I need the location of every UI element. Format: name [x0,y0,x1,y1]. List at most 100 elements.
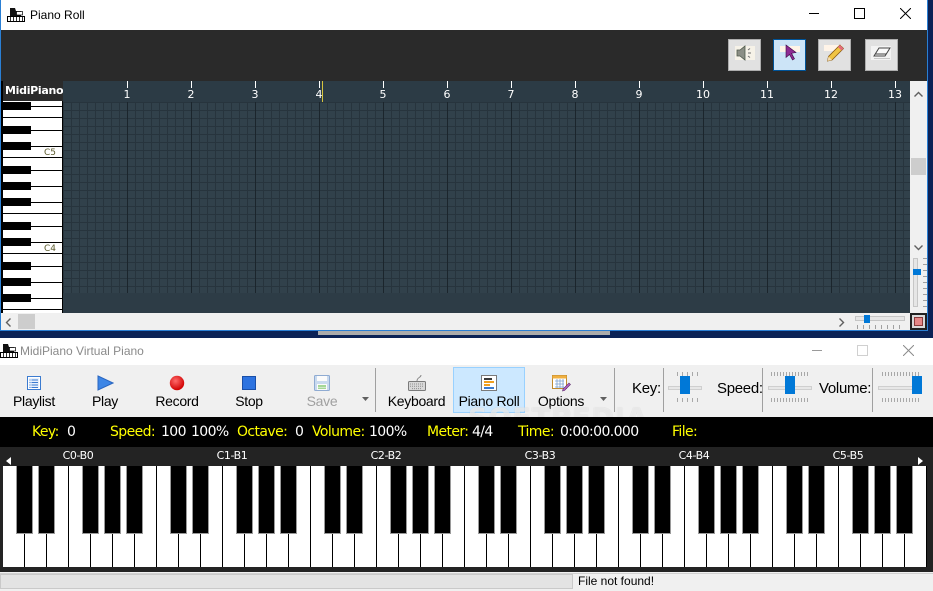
piano-roll-view-button[interactable]: Piano Roll [453,367,525,413]
piano-roll-key-G4[interactable] [3,190,62,198]
piano-key-Csharp1[interactable] [170,466,187,534]
piano-key-Gsharp0[interactable] [104,466,121,534]
timeline-ruler[interactable]: 1 2 3 4 5 6 7 8 9 10 11 12 13 [63,81,910,102]
maximize-icon [856,343,868,361]
piano-key-Csharp4[interactable] [632,466,649,534]
piano-roll-key-Gsharp4[interactable] [3,182,31,190]
piano-roll-key-E5[interactable] [3,118,62,126]
piano-roll-key-Fsharp5[interactable] [3,102,31,110]
piano-key-Csharp2[interactable] [324,466,341,534]
vertical-scroll-thumb[interactable] [911,158,926,176]
playhead[interactable] [322,81,324,102]
piano-roll-key-Csharp4[interactable] [3,238,31,246]
piano-key-Dsharp2[interactable] [346,466,363,534]
horizontal-scroll-thumb[interactable] [18,314,35,329]
piano-key-Gsharp1[interactable] [258,466,275,534]
chevron-down-icon[interactable] [914,241,923,254]
draw-tool-button[interactable] [818,39,851,71]
piano-roll-key-A3[interactable] [3,270,62,278]
piano-key-Fsharp3[interactable] [544,466,561,534]
chevron-right-icon[interactable] [839,317,845,330]
piano-key-Asharp3[interactable] [588,466,605,534]
piano-roll-key-Dsharp5[interactable] [3,126,31,134]
play-button[interactable]: Play [82,367,128,413]
piano-roll-key-A4[interactable] [3,174,62,182]
piano-key-Asharp4[interactable] [742,466,759,534]
piano-key-Dsharp1[interactable] [192,466,209,534]
piano-roll-key-B3[interactable] [3,254,62,262]
piano-roll-key-Dsharp4[interactable] [3,222,31,230]
vertical-zoom-slider[interactable] [913,258,918,307]
piano-key-Asharp2[interactable] [434,466,451,534]
key-slider-thumb[interactable] [680,376,690,394]
piano-key-Csharp5[interactable] [786,466,803,534]
piano-key-Asharp5[interactable] [896,466,913,534]
piano-key-Dsharp0[interactable] [38,466,55,534]
octave-marker-label: C4 [43,244,56,254]
ruler-measure-label: 9 [635,88,643,101]
select-tool-button[interactable] [773,39,806,71]
piano-roll-key-Gsharp3[interactable] [3,278,31,286]
note-grid-lower-area[interactable] [63,293,910,313]
horizontal-scrollbar[interactable] [1,313,910,330]
erase-tool-button[interactable] [865,39,898,71]
vertical-zoom-slider-thumb[interactable] [913,268,921,275]
piano-key-Fsharp0[interactable] [82,466,99,534]
piano-roll-key-Fsharp3[interactable] [3,294,31,302]
piano-key-Fsharp2[interactable] [390,466,407,534]
piano-roll-key-Fsharp4[interactable] [3,198,31,206]
save-button[interactable]: Save [298,367,346,413]
chevron-up-icon[interactable] [914,87,923,100]
piano-key-Csharp3[interactable] [478,466,495,534]
piano-key-Fsharp4[interactable] [698,466,715,534]
note-grid[interactable] [63,102,910,293]
minimize-button[interactable] [791,0,837,30]
piano-roll-key-D5[interactable] [3,134,62,142]
piano-roll-key-Asharp4[interactable] [3,166,31,174]
options-button[interactable]: Options [527,367,595,413]
background-strip [318,331,610,335]
speed-slider-thumb[interactable] [785,376,795,394]
piano-key-Csharp0[interactable] [16,466,33,534]
piano-key-Dsharp4[interactable] [654,466,671,534]
mute-tool-button[interactable] [728,39,761,71]
horizontal-zoom-slider-thumb[interactable] [863,315,870,323]
vertical-scrollbar[interactable] [910,81,927,313]
speaker-mute-icon [734,44,756,67]
playlist-button[interactable]: Playlist [6,367,62,413]
record-icon [148,374,206,392]
volume-slider-thumb[interactable] [912,376,922,394]
piano-roll-key-Asharp3[interactable] [3,262,31,270]
piano-key-Gsharp5[interactable] [874,466,891,534]
keyboard-view-button[interactable]: Keyboard [381,367,452,413]
maximize-button[interactable] [836,0,882,30]
stop-button[interactable]: Stop [225,367,273,413]
minimize-button[interactable] [794,338,840,365]
piano-key-Dsharp3[interactable] [500,466,517,534]
piano-key-Gsharp3[interactable] [566,466,583,534]
options-dropdown-arrow[interactable] [600,388,607,406]
piano-roll-key-G3[interactable] [3,286,62,294]
piano-roll-key-D4[interactable] [3,230,62,238]
piano-key-Gsharp4[interactable] [720,466,737,534]
record-button[interactable]: Record [147,367,207,413]
horizontal-zoom-slider[interactable] [855,316,905,321]
close-button[interactable] [882,0,928,30]
piano-key-Fsharp5[interactable] [852,466,869,534]
chevron-left-icon[interactable] [5,317,11,330]
piano-roll-key-Csharp5[interactable] [3,142,31,150]
stop-square-button[interactable] [910,313,927,330]
meter-info-value: 4/4 [472,424,493,440]
save-dropdown-arrow[interactable] [362,388,369,406]
piano-key-Asharp1[interactable] [280,466,297,534]
info-bar: Key: 0 Speed: 100 100% Octave: 0 Volume:… [0,417,933,447]
piano-roll-key-B4[interactable] [3,158,62,166]
maximize-button[interactable] [839,338,885,365]
piano-roll-key-E4[interactable] [3,214,62,222]
piano-key-Asharp0[interactable] [126,466,143,534]
piano-key-Dsharp5[interactable] [808,466,825,534]
piano-key-Gsharp2[interactable] [412,466,429,534]
piano-key-Fsharp1[interactable] [236,466,253,534]
octave-marker-label: C5 [43,148,56,158]
close-button[interactable] [885,338,931,365]
